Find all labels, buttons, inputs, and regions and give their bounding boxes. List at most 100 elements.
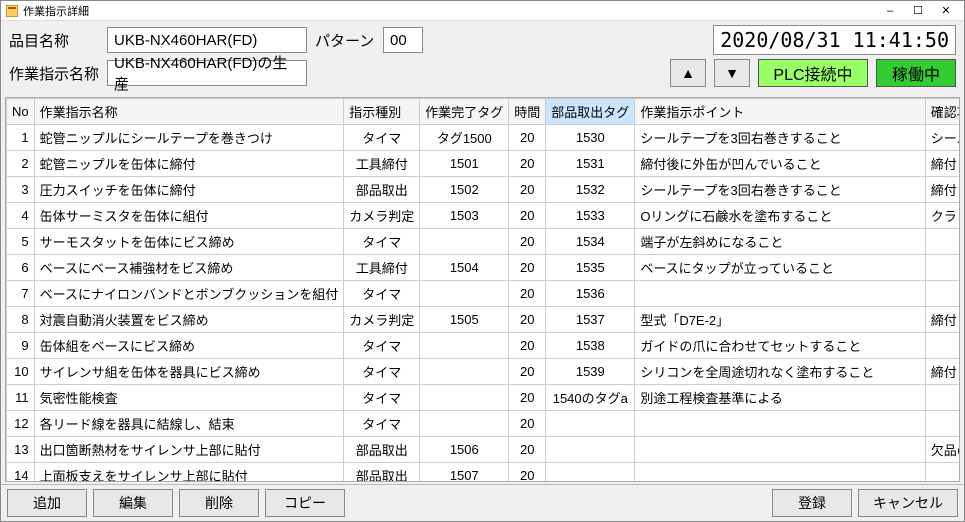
table-row[interactable]: 9缶体組をベースにビス締めタイマ201538ガイドの爪に合わせてセットすること [7,333,961,359]
cell-pick: 1538 [546,333,635,359]
cell-time: 20 [509,385,546,411]
product-field[interactable]: UKB-NX460HAR(FD) [107,27,307,53]
table-row[interactable]: 8対震自動消火装置をビス締めカメラ判定1505201537型式「D7E-2」締付… [7,307,961,333]
cell-no: 12 [7,411,35,437]
table-row[interactable]: 3圧力スイッチを缶体に締付部品取出1502201532シールテープを3回右巻きす… [7,177,961,203]
down-button[interactable]: ▼ [714,59,750,87]
cell-check: 締付トルク2.0± [925,359,960,385]
cell-time: 20 [509,333,546,359]
copy-button[interactable]: コピー [265,489,345,517]
table-row[interactable]: 11気密性能検査タイマ201540のタグa別途工程検査基準による [7,385,961,411]
table-row[interactable]: 1蛇管ニップルにシールテープを巻きつけタイマタグ1500201530シールテープ… [7,125,961,151]
pattern-label: パターン [315,30,375,51]
cell-done [420,359,509,385]
table-row[interactable]: 5サーモスタットを缶体にビス締めタイマ201534端子が左斜めになること [7,229,961,255]
delete-button[interactable]: 削除 [179,489,259,517]
cell-pick [546,411,635,437]
cell-name: 蛇管ニップルを缶体に締付 [34,151,344,177]
run-status[interactable]: 稼働中 [876,59,956,87]
col-check[interactable]: 確認項目 [925,99,960,125]
cell-pick: 1531 [546,151,635,177]
minimize-button[interactable]: – [876,2,904,20]
cell-check [925,385,960,411]
instruction-table-container[interactable]: No 作業指示名称 指示種別 作業完了タグ 時間 部品取出タグ 作業指示ポイント… [5,97,960,482]
cell-time: 20 [509,229,546,255]
cell-time: 20 [509,437,546,463]
cell-name: ベースにナイロンバンドとボンブクッションを組付 [34,281,344,307]
cell-no: 14 [7,463,35,483]
plc-status[interactable]: PLC接続中 [758,59,868,87]
cell-pick: 1532 [546,177,635,203]
titlebar: 作業指示詳細 – ☐ ✕ [1,1,964,21]
cell-name: 気密性能検査 [34,385,344,411]
cell-done [420,281,509,307]
col-pick-tag[interactable]: 部品取出タグ [546,99,635,125]
cell-pick: 1535 [546,255,635,281]
cell-point: シリコンを全周途切れなく塗布すること [635,359,925,385]
cell-type: タイマ [344,359,420,385]
edit-button[interactable]: 編集 [93,489,173,517]
table-row[interactable]: 4缶体サーミスタを缶体に組付カメラ判定1503201533Oリングに石鹸水を塗布… [7,203,961,229]
up-button[interactable]: ▲ [670,59,706,87]
cell-name: サイレンサ組を缶体を器具にビス締め [34,359,344,385]
table-header-row: No 作業指示名称 指示種別 作業完了タグ 時間 部品取出タグ 作業指示ポイント… [7,99,961,125]
col-time[interactable]: 時間 [509,99,546,125]
cell-check [925,463,960,483]
table-row[interactable]: 7ベースにナイロンバンドとボンブクッションを組付タイマ201536 [7,281,961,307]
cell-point: Oリングに石鹸水を塗布すること [635,203,925,229]
instruction-field[interactable]: UKB-NX460HAR(FD)の生産 [107,60,307,86]
clock: 2020/08/31 11:41:50 [713,25,956,55]
cell-type: タイマ [344,411,420,437]
cell-no: 8 [7,307,35,333]
col-no[interactable]: No [7,99,35,125]
table-row[interactable]: 6ベースにベース補強材をビス締め工具締付1504201535ベースにタップが立っ… [7,255,961,281]
table-row[interactable]: 14上面板支えをサイレンサ上部に貼付部品取出150720 [7,463,961,483]
cell-time: 20 [509,177,546,203]
cell-done [420,385,509,411]
cell-type: 部品取出 [344,437,420,463]
pattern-field[interactable]: 00 [383,27,423,53]
cell-time: 20 [509,307,546,333]
table-row[interactable]: 13出口箇断熱材をサイレンサ上部に貼付部品取出150620欠品のないこ [7,437,961,463]
cancel-button[interactable]: キャンセル [858,489,958,517]
cell-point [635,281,925,307]
close-button[interactable]: ✕ [932,2,960,20]
cell-point: ガイドの爪に合わせてセットすること [635,333,925,359]
cell-time: 20 [509,281,546,307]
table-row[interactable]: 10サイレンサ組を缶体を器具にビス締めタイマ201539シリコンを全周途切れなく… [7,359,961,385]
cell-point: 端子が左斜めになること [635,229,925,255]
cell-check: シールテープに [925,125,960,151]
col-done-tag[interactable]: 作業完了タグ [420,99,509,125]
cell-name: 出口箇断熱材をサイレンサ上部に貼付 [34,437,344,463]
cell-type: 工具締付 [344,255,420,281]
cell-pick: 1530 [546,125,635,151]
cell-done: 1507 [420,463,509,483]
col-point[interactable]: 作業指示ポイント [635,99,925,125]
cell-no: 2 [7,151,35,177]
cell-name: 缶体組をベースにビス締め [34,333,344,359]
cell-no: 10 [7,359,35,385]
cell-no: 5 [7,229,35,255]
maximize-button[interactable]: ☐ [904,2,932,20]
cell-pick: 1539 [546,359,635,385]
cell-name: 各リード線を器具に結線し、結束 [34,411,344,437]
table-row[interactable]: 12各リード線を器具に結線し、結束タイマ20 [7,411,961,437]
col-name[interactable]: 作業指示名称 [34,99,344,125]
cell-no: 6 [7,255,35,281]
cell-type: タイマ [344,385,420,411]
table-row[interactable]: 2蛇管ニップルを缶体に締付工具締付1501201531締付後に外缶が凹んでいるこ… [7,151,961,177]
cell-done: 1503 [420,203,509,229]
cell-type: カメラ判定 [344,203,420,229]
cell-check [925,281,960,307]
cell-point: 別途工程検査基準による [635,385,925,411]
cell-point [635,411,925,437]
cell-done: 1504 [420,255,509,281]
cell-name: ベースにベース補強材をビス締め [34,255,344,281]
cell-time: 20 [509,125,546,151]
cell-type: カメラ判定 [344,307,420,333]
register-button[interactable]: 登録 [772,489,852,517]
header: 品目名称 UKB-NX460HAR(FD) パターン 00 2020/08/31… [1,21,964,95]
col-type[interactable]: 指示種別 [344,99,420,125]
cell-time: 20 [509,463,546,483]
add-button[interactable]: 追加 [7,489,87,517]
